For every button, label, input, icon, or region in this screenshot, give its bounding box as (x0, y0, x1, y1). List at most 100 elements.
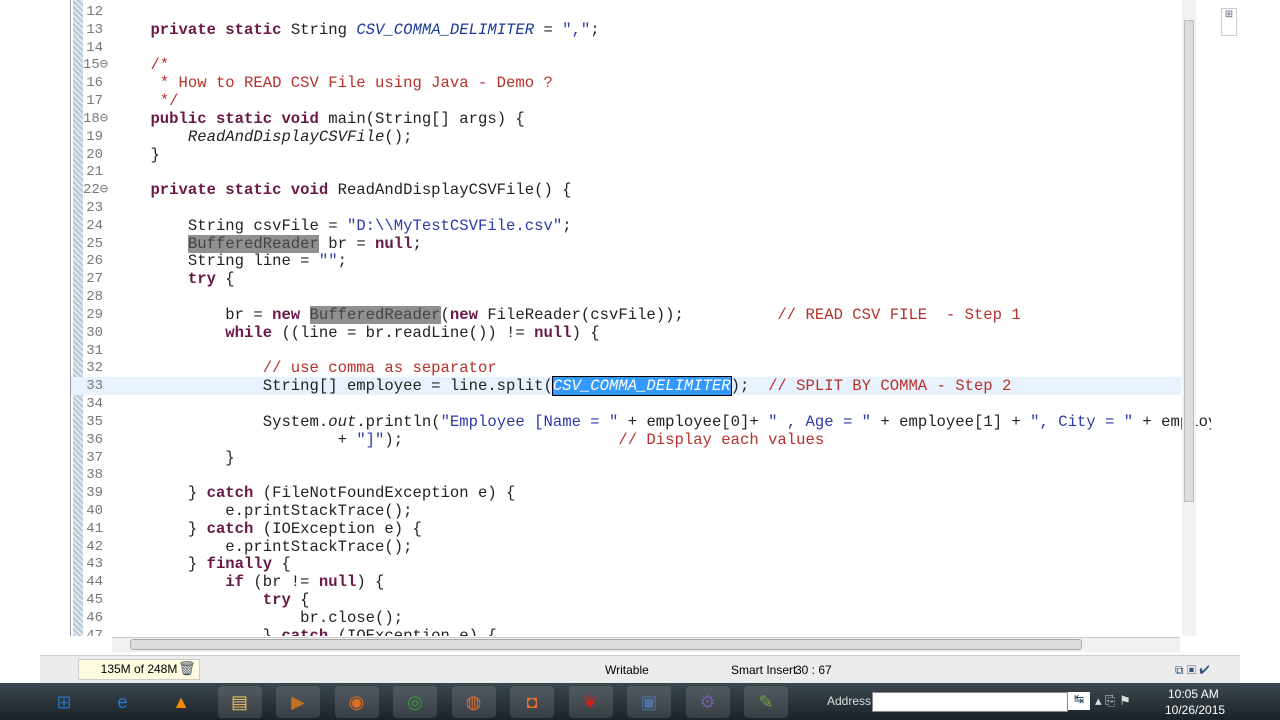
code-line[interactable]: 39 } catch (FileNotFoundException e) { (71, 484, 1181, 502)
code-text: * How to READ CSV File using Java - Demo… (113, 74, 553, 92)
code-line[interactable]: 36 + "]"); // Display each values (71, 431, 1181, 449)
code-line[interactable]: 45 try { (71, 591, 1181, 609)
code-line[interactable]: 12 (71, 3, 1181, 21)
go-icon[interactable]: ↹ (1068, 692, 1090, 710)
line-number: 28 (86, 289, 103, 306)
code-line[interactable]: 46 br.close(); (71, 609, 1181, 627)
notepad-icon[interactable]: ✎ (744, 686, 788, 718)
code-token: BufferedReader (187, 234, 319, 253)
code-token: + employee[0]+ (618, 412, 769, 431)
media-player-icon[interactable]: ▶ (276, 686, 320, 718)
line-number: 20 (86, 146, 103, 163)
code-line[interactable]: 13 private static String CSV_COMMA_DELIM… (71, 21, 1181, 39)
code-line[interactable]: 24 String csvFile = "D:\\MyTestCSVFile.c… (71, 217, 1181, 235)
code-token: try (187, 270, 216, 289)
code-token: (FileNotFoundException e) { (253, 484, 516, 503)
code-line[interactable]: 20 } (71, 146, 1181, 164)
code-line[interactable]: 21 (71, 163, 1181, 181)
code-token: e.printStackTrace(); (113, 501, 413, 520)
code-line[interactable]: 47 } catch (IOException e) { (71, 627, 1181, 636)
view-icons[interactable]: ⧉ ▣ ✔ (1175, 663, 1210, 678)
code-line[interactable]: 38 (71, 466, 1181, 484)
address-input[interactable] (872, 692, 1068, 712)
internet-explorer-icon[interactable]: e (101, 686, 145, 718)
trash-icon[interactable]: 🗑 (178, 660, 196, 677)
screen-recorder-icon[interactable]: ◍ (451, 686, 496, 718)
code-line[interactable]: 37 } (71, 449, 1181, 467)
screenshot-icon[interactable]: ◘ (510, 686, 554, 718)
start-icon[interactable]: ⊞ (42, 686, 86, 718)
code-line[interactable]: 42 e.printStackTrace(); (71, 538, 1181, 556)
code-line[interactable]: 33 String[] employee = line.split(CSV_CO… (71, 376, 1181, 397)
firefox-icon[interactable]: ◉ (334, 686, 379, 718)
code-token: br = (318, 234, 376, 253)
code-token: = (534, 20, 563, 39)
code-token: ); (384, 430, 404, 449)
code-line[interactable]: 28 (71, 288, 1181, 306)
code-text: System.out.println("Employee [Name = " +… (113, 412, 1211, 431)
code-line[interactable]: 18⊖ public static void main(String[] arg… (71, 110, 1181, 128)
code-token: String (290, 20, 357, 39)
line-number: 18⊖ (83, 110, 109, 127)
line-number: 23 (86, 200, 103, 217)
code-line[interactable]: 17 */ (71, 92, 1181, 110)
code-line[interactable]: 30 while ((line = br.readLine()) != null… (71, 324, 1181, 342)
code-text: String line = ""; (113, 252, 347, 270)
vertical-scroll-thumb[interactable] (1184, 20, 1194, 502)
code-line[interactable]: 34 (71, 395, 1181, 413)
vlc-icon[interactable]: ▲ (159, 686, 203, 718)
chrome-icon[interactable]: ◎ (393, 686, 437, 718)
code-token: BufferedReader (309, 305, 441, 324)
code-token: (IOException e) { (328, 626, 497, 636)
cursor-position: 30 : 67 (795, 663, 832, 677)
line-number: 13 (86, 21, 103, 38)
tray-icons[interactable]: ▴ ⎘ ⚑ (1095, 693, 1131, 709)
code-token: .println( (356, 412, 441, 431)
java-ee-ide-icon[interactable]: ⚙ (685, 686, 730, 718)
line-number: 26 (86, 253, 103, 270)
code-text: } finally { (113, 555, 291, 573)
clock-time[interactable]: 10:05 AM (1168, 687, 1219, 701)
code-line[interactable]: 16 * How to READ CSV File using Java - D… (71, 74, 1181, 92)
line-number: 39 (86, 485, 103, 502)
app-red-icon[interactable]: ❦ (568, 686, 613, 718)
code-line[interactable]: 31 (71, 342, 1181, 360)
line-number: 19 (86, 128, 103, 145)
horizontal-scroll-thumb[interactable] (130, 639, 1082, 650)
code-line[interactable]: 22⊖ private static void ReadAndDisplayCS… (71, 181, 1181, 199)
taskbar: ⊞ e ▲ ▤ ▶ ◉ ◎ ◍ ◘ ❦ ▣ ⚙ ✎ Address ↹ ▴ ⎘ ⚑ 10:05 AM 1… (0, 683, 1280, 720)
code-line[interactable]: 23 (71, 199, 1181, 217)
code-line[interactable]: 26 String line = ""; (71, 252, 1181, 270)
line-number: 16 (86, 75, 103, 92)
restore-icon[interactable]: ⊞ (1221, 8, 1237, 36)
code-token: System. (113, 412, 329, 431)
line-number: 24 (86, 217, 103, 234)
code-editor[interactable]: 12 13 private static String CSV_COMMA_DEL… (70, 0, 1212, 636)
code-line[interactable]: 19 ReadAndDisplayCSVFile(); (71, 128, 1181, 146)
code-text: br.close(); (113, 609, 403, 627)
code-line[interactable]: 25 BufferedReader br = null; (71, 234, 1181, 253)
code-line[interactable]: 44 if (br != null) { (71, 573, 1181, 591)
code-text: BufferedReader br = null; (113, 234, 422, 253)
code-line[interactable]: 29 br = new BufferedReader(new FileReade… (71, 305, 1181, 324)
code-token: String csvFile = (113, 216, 347, 235)
line-number: 46 (86, 609, 103, 626)
code-line[interactable]: 43 } finally { (71, 555, 1181, 573)
code-line[interactable]: 15⊖ /* (71, 56, 1181, 74)
code-line[interactable]: 35 System.out.println("Employee [Name = … (71, 413, 1211, 431)
file-explorer-icon[interactable]: ▤ (217, 686, 262, 718)
code-line[interactable]: 32 // use comma as separator (71, 359, 1181, 377)
code-line[interactable]: 27 try { (71, 270, 1181, 288)
code-text: try { (113, 591, 310, 609)
code-line[interactable]: 41 } catch (IOException e) { (71, 520, 1181, 538)
save-app-icon[interactable]: ▣ (627, 686, 671, 718)
line-number: 43 (86, 556, 103, 573)
line-number: 25 (86, 235, 103, 252)
code-line[interactable]: 14 (71, 39, 1181, 57)
code-token: new (449, 305, 488, 324)
code-token: ", City = " (1030, 412, 1134, 431)
clock-date[interactable]: 10/26/2015 (1165, 703, 1225, 717)
code-line[interactable]: 40 e.printStackTrace(); (71, 502, 1181, 520)
line-number: 17 (86, 93, 103, 110)
code-text: */ (113, 92, 179, 110)
